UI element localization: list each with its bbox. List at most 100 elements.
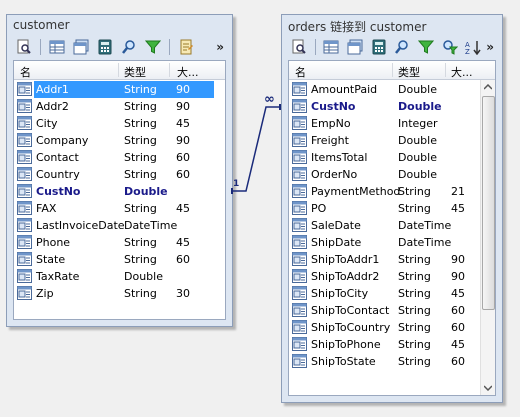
field-name: State: [36, 253, 66, 266]
search-icon[interactable]: [118, 37, 140, 57]
field-row[interactable]: Zip String 30: [14, 285, 225, 302]
field-row[interactable]: TaxRate Double: [14, 268, 225, 285]
sort-icon[interactable]: AZ: [463, 37, 485, 57]
field-row[interactable]: ShipDate DateTime: [289, 234, 495, 251]
field-name: OrderNo: [311, 168, 358, 181]
field-row[interactable]: ItemsTotal Double: [289, 149, 495, 166]
column-divider[interactable]: [169, 63, 170, 77]
field-type: Integer: [398, 117, 438, 130]
field-row[interactable]: AmountPaid Double: [289, 81, 495, 98]
grid-icon[interactable]: [321, 37, 343, 57]
calc-icon[interactable]: [94, 37, 116, 57]
column-header-name[interactable]: 名: [20, 64, 31, 80]
field-row[interactable]: Freight Double: [289, 132, 495, 149]
field-icon: [292, 150, 307, 167]
field-type: String: [124, 117, 157, 130]
field-size: 60: [451, 321, 465, 334]
field-row[interactable]: PO String 45: [289, 200, 495, 217]
field-size: 60: [176, 151, 190, 164]
relation-one-label: 1: [233, 179, 239, 189]
field-row[interactable]: ShipToPhone String 45: [289, 336, 495, 353]
field-icon: [292, 337, 307, 354]
orders-table-panel[interactable]: orders 链接到 customer AZ » 名 类型 大... Amoun…: [281, 14, 503, 403]
field-row[interactable]: EmpNo Integer: [289, 115, 495, 132]
field-name: AmountPaid: [311, 83, 378, 96]
field-size: 90: [176, 100, 190, 113]
field-row[interactable]: Addr1 String 90: [14, 81, 225, 98]
field-row[interactable]: Company String 90: [14, 132, 225, 149]
field-row[interactable]: ShipToCountry String 60: [289, 319, 495, 336]
column-header-type[interactable]: 类型: [124, 64, 146, 80]
orders-panel-title: orders 链接到 customer: [288, 20, 427, 34]
table-icon[interactable]: [70, 37, 92, 57]
field-row[interactable]: CustNo Double: [289, 98, 495, 115]
preview-icon[interactable]: [13, 37, 35, 57]
field-icon: [292, 184, 307, 201]
field-size: 90: [176, 134, 190, 147]
field-name: Zip: [36, 287, 54, 300]
field-name: LastInvoiceDate: [36, 219, 125, 232]
field-row[interactable]: ShipToAddr1 String 90: [289, 251, 495, 268]
field-row[interactable]: City String 45: [14, 115, 225, 132]
field-icon: [17, 201, 32, 218]
field-size: 60: [176, 168, 190, 181]
filter-icon[interactable]: [415, 37, 437, 57]
customer-field-list[interactable]: 名 类型 大... Addr1 String 90 Addr2 String 90 City…: [13, 60, 226, 320]
customer-table-panel[interactable]: customer » 名 类型 大... Addr1 String 90 Add…: [6, 14, 233, 327]
field-row[interactable]: Contact String 60: [14, 149, 225, 166]
field-type: String: [124, 202, 157, 215]
grid-icon[interactable]: [46, 37, 68, 57]
orders-vertical-scrollbar[interactable]: [480, 80, 495, 395]
field-name: Addr1: [36, 83, 69, 96]
field-row[interactable]: ShipToAddr2 String 90: [289, 268, 495, 285]
field-icon: [292, 116, 307, 133]
field-type: Double: [398, 134, 437, 147]
field-row[interactable]: Addr2 String 90: [14, 98, 225, 115]
field-size: 45: [176, 202, 190, 215]
field-name: ItemsTotal: [311, 151, 368, 164]
orders-field-list[interactable]: 名 类型 大... AmountPaid Double CustNo Double Em…: [288, 60, 496, 396]
calc-icon[interactable]: [368, 37, 390, 57]
field-row[interactable]: SaleDate DateTime: [289, 217, 495, 234]
filter-icon[interactable]: [142, 37, 164, 57]
field-type: DateTime: [124, 219, 178, 232]
field-row[interactable]: LastInvoiceDate DateTime: [14, 217, 225, 234]
field-row[interactable]: ShipToContact String 60: [289, 302, 495, 319]
field-row[interactable]: Country String 60: [14, 166, 225, 183]
find-icon[interactable]: [439, 37, 461, 57]
preview-icon[interactable]: [288, 37, 310, 57]
field-name: Addr2: [36, 100, 69, 113]
field-row[interactable]: PaymentMethod String 21: [289, 183, 495, 200]
field-row[interactable]: FAX String 45: [14, 200, 225, 217]
column-header-name[interactable]: 名: [295, 64, 306, 80]
column-header-size[interactable]: 大...: [177, 64, 199, 80]
column-header-type[interactable]: 类型: [398, 64, 420, 80]
toolbar-overflow-button[interactable]: »: [216, 40, 226, 54]
column-divider[interactable]: [118, 63, 119, 77]
toolbar-overflow-button[interactable]: »: [486, 40, 496, 54]
field-type: String: [398, 321, 431, 334]
column-divider[interactable]: [445, 63, 446, 77]
field-icon: [292, 269, 307, 286]
search-icon[interactable]: [392, 37, 414, 57]
field-row[interactable]: CustNo Double: [14, 183, 225, 200]
column-header-size[interactable]: 大...: [451, 64, 473, 80]
field-name: Phone: [36, 236, 71, 249]
table-icon[interactable]: [344, 37, 366, 57]
field-row[interactable]: ShipToState String 60: [289, 353, 495, 370]
scroll-down-arrow-icon[interactable]: [481, 381, 495, 395]
column-divider[interactable]: [392, 63, 393, 77]
field-name: PaymentMethod: [311, 185, 401, 198]
field-row[interactable]: Phone String 45: [14, 234, 225, 251]
notes-icon[interactable]: [175, 37, 197, 57]
field-row[interactable]: OrderNo Double: [289, 166, 495, 183]
field-size: 45: [176, 117, 190, 130]
field-row[interactable]: ShipToCity String 45: [289, 285, 495, 302]
field-row[interactable]: State String 60: [14, 251, 225, 268]
field-icon: [17, 82, 32, 99]
field-size: 45: [451, 287, 465, 300]
field-icon: [292, 320, 307, 337]
scroll-up-arrow-icon[interactable]: [481, 80, 495, 94]
scroll-thumb[interactable]: [482, 96, 495, 310]
field-type: Double: [398, 168, 437, 181]
